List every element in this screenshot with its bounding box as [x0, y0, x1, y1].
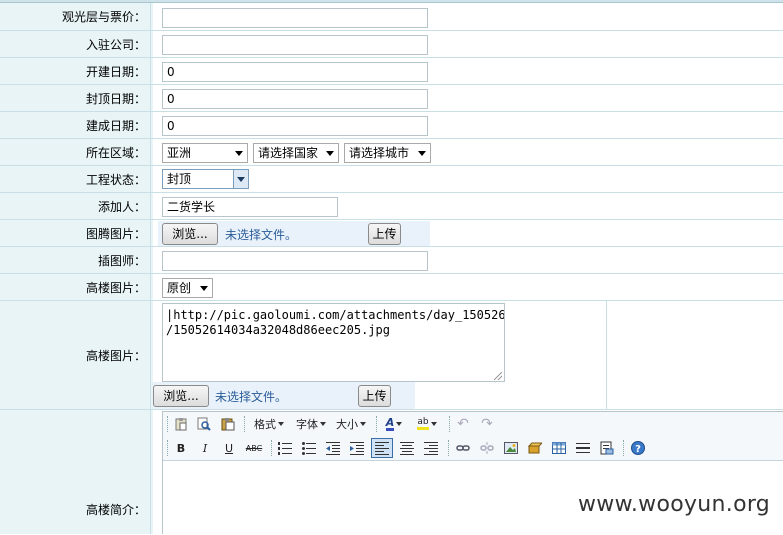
country-select[interactable]: 请选择国家 [253, 143, 339, 163]
upload-button[interactable]: 上传 [368, 223, 401, 245]
country-value: 请选择国家 [258, 146, 319, 160]
format-dropdown[interactable]: 格式 [251, 416, 287, 432]
chevron-down-icon [360, 422, 366, 426]
chevron-down-icon [396, 422, 403, 426]
status-label: 工程状态： [0, 166, 150, 192]
resize-grip-icon[interactable] [494, 372, 502, 380]
form-row-illustrator: 插图师： [0, 247, 783, 274]
outdent-icon[interactable] [325, 440, 341, 456]
align-center-icon[interactable] [399, 440, 415, 456]
strikethrough-icon[interactable]: ABC [243, 440, 265, 456]
svg-text:?: ? [635, 444, 641, 455]
observation-input[interactable] [162, 8, 428, 28]
bold-icon[interactable]: B [173, 440, 189, 456]
form-row-observation: 观光层与票价： [0, 3, 783, 31]
watermark: www.wooyun.org [578, 492, 771, 517]
status-value: 封顶 [167, 172, 192, 186]
image-url-textarea[interactable]: |http://pic.gaoloumi.com/attachments/day… [162, 303, 505, 382]
chevron-down-icon [430, 422, 437, 426]
intro-label: 高楼简介： [0, 410, 150, 534]
size-dropdown[interactable]: 大小 [333, 416, 369, 432]
dropdown-button[interactable] [233, 170, 248, 188]
editor-toolbar-top: 格式 字体 大小 A ab ↶ ↷ [163, 412, 783, 436]
added-by-label: 添加人： [0, 193, 150, 219]
align-left-icon[interactable] [371, 438, 393, 458]
undo-icon[interactable]: ↶ [455, 416, 471, 432]
horizontal-rule-icon[interactable] [575, 440, 591, 456]
chevron-down-icon [235, 151, 243, 156]
no-file-text: 未选择文件。 [225, 228, 298, 242]
observation-label: 观光层与票价： [0, 3, 150, 30]
flash-icon[interactable] [527, 440, 543, 456]
highlight-color-icon[interactable]: ab [413, 416, 441, 432]
chevron-down-icon [418, 151, 426, 156]
continent-select[interactable]: 亚洲 [162, 143, 248, 163]
form-row-topping-date: 封顶日期： 0 [0, 85, 783, 112]
image-source-value: 原创 [167, 281, 192, 295]
illustrator-label: 插图师： [0, 247, 150, 273]
browse-button[interactable]: 浏览... [162, 223, 218, 245]
form-row-totem-image: 图腾图片： 浏览... 未选择文件。 上传 [0, 220, 783, 247]
company-input[interactable] [162, 35, 428, 55]
status-select[interactable]: 封顶 [162, 169, 249, 189]
chevron-down-icon [278, 422, 284, 426]
paste-icon[interactable] [173, 416, 189, 432]
align-right-icon[interactable] [423, 440, 439, 456]
building-image-label: 高楼图片： [0, 301, 150, 409]
image-source-label: 高楼图片： [0, 274, 150, 300]
complete-date-label: 建成日期： [0, 112, 150, 138]
form-row-building-image: 高楼图片： |http://pic.gaoloumi.com/attachmen… [0, 301, 783, 410]
source-icon[interactable] [599, 440, 615, 456]
form-row-start-date: 开建日期： 0 [0, 58, 783, 85]
added-by-input[interactable]: 二货学长 [162, 197, 338, 217]
complete-date-input[interactable]: 0 [162, 116, 428, 136]
link-icon[interactable] [455, 440, 471, 456]
font-color-icon[interactable]: A [381, 416, 407, 432]
form-row-status: 工程状态： 封顶 [0, 166, 783, 193]
chevron-down-icon [326, 151, 334, 156]
editor-toolbar-bottom: B I U ABC ? [163, 436, 783, 461]
paste-text-icon[interactable] [220, 416, 236, 432]
unordered-list-icon[interactable] [301, 440, 317, 456]
form-row-added-by: 添加人： 二货学长 [0, 193, 783, 220]
start-date-label: 开建日期： [0, 58, 150, 84]
image-source-select[interactable]: 原创 [162, 278, 213, 298]
font-dropdown[interactable]: 字体 [293, 416, 329, 432]
illustrator-input[interactable] [162, 251, 428, 271]
form-row-region: 所在区域： 亚洲 请选择国家 请选择城市 [0, 139, 783, 166]
indent-icon[interactable] [349, 440, 365, 456]
region-label: 所在区域： [0, 139, 150, 165]
no-file-text: 未选择文件。 [215, 390, 288, 404]
form-row-image-source: 高楼图片： 原创 [0, 274, 783, 301]
form-row-complete-date: 建成日期： 0 [0, 112, 783, 139]
chevron-down-icon [237, 177, 245, 182]
image-icon[interactable] [503, 440, 519, 456]
upload-button[interactable]: 上传 [358, 385, 391, 407]
table-icon[interactable] [551, 440, 567, 456]
city-value: 请选择城市 [349, 146, 410, 160]
city-select[interactable]: 请选择城市 [344, 143, 431, 163]
company-label: 入驻公司： [0, 31, 150, 57]
topping-date-input[interactable]: 0 [162, 89, 428, 109]
browse-button[interactable]: 浏览... [153, 385, 209, 407]
form-row-company: 入驻公司： [0, 31, 783, 58]
start-date-input[interactable]: 0 [162, 62, 428, 82]
ordered-list-icon[interactable] [277, 440, 293, 456]
help-icon[interactable]: ? [630, 440, 646, 456]
totem-image-label: 图腾图片： [0, 220, 150, 246]
underline-icon[interactable]: U [221, 440, 237, 456]
redo-icon[interactable]: ↷ [479, 416, 495, 432]
chevron-down-icon [200, 286, 208, 291]
topping-date-label: 封顶日期： [0, 85, 150, 111]
continent-value: 亚洲 [167, 146, 192, 160]
italic-icon[interactable]: I [197, 440, 213, 456]
find-icon[interactable] [196, 416, 212, 432]
unlink-icon[interactable] [479, 440, 495, 456]
chevron-down-icon [320, 422, 326, 426]
